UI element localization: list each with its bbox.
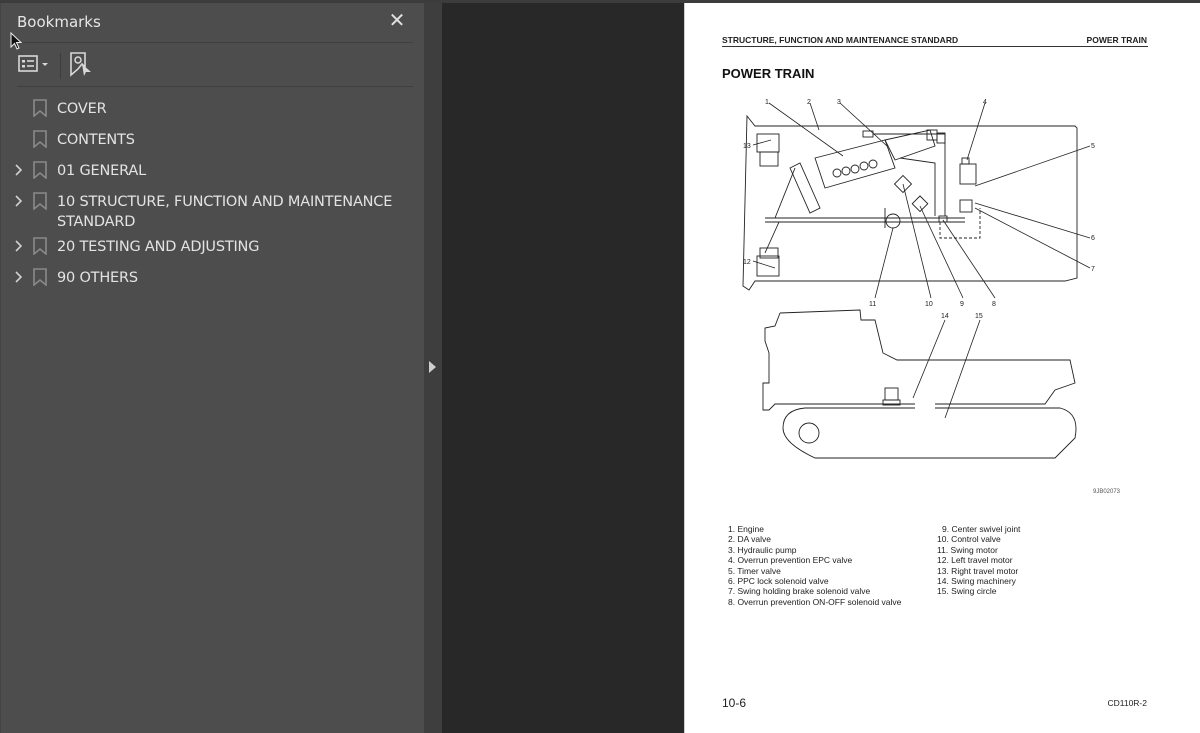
document-page: STRUCTURE, FUNCTION AND MAINTENANCE STAN… — [684, 3, 1200, 733]
bookmark-item[interactable]: 01 GENERAL — [1, 157, 421, 188]
legend-item: 12. Left travel motor — [937, 555, 1013, 566]
bookmark-label: 20 TESTING AND ADJUSTING — [57, 239, 260, 255]
callout-7: 7 — [1091, 266, 1095, 273]
page-header-section: STRUCTURE, FUNCTION AND MAINTENANCE STAN… — [722, 35, 959, 45]
callout-4: 4 — [983, 99, 987, 106]
legend-item: 14. Swing machinery — [937, 576, 1016, 587]
chevron-right-icon[interactable] — [13, 238, 25, 254]
callout-1: 1 — [765, 99, 769, 106]
power-train-diagram: 1 2 3 4 5 6 7 8 9 10 11 12 13 14 15 — [742, 99, 1095, 459]
bookmark-item[interactable]: 90 OTHERS — [1, 264, 421, 295]
legend-item: 2. DA valve — [728, 534, 771, 545]
close-icon: ✕ — [388, 10, 406, 32]
legend-item: 10. Control valve — [937, 534, 1001, 545]
legend-item: 8. Overrun prevention ON-OFF solenoid va… — [728, 596, 902, 607]
bookmark-label: COVER — [57, 101, 107, 117]
bookmark-item[interactable]: 20 TESTING AND ADJUSTING — [1, 233, 421, 264]
callout-15: 15 — [975, 313, 983, 320]
legend-right: 9. Center swivel joint 10. Control valve… — [937, 524, 1020, 597]
legend-item: 5. Timer valve — [728, 565, 781, 576]
legend-item: 4. Overrun prevention EPC valve — [728, 555, 853, 566]
bookmark-icon — [33, 268, 47, 286]
bookmark-list: COVER CONTENTS 01 GENERAL 10 STRUCTURE, … — [1, 95, 421, 295]
top-view-outline — [742, 114, 1078, 291]
callout-8: 8 — [992, 301, 996, 308]
find-current-bookmark-button[interactable] — [69, 51, 93, 77]
panel-title: Bookmarks — [17, 13, 101, 31]
callout-13: 13 — [743, 143, 751, 150]
legend-item: 13. Right travel motor — [937, 565, 1019, 576]
list-options-icon — [18, 55, 48, 72]
model-code: CD110R-2 — [1107, 698, 1147, 708]
callout-9: 9 — [960, 301, 964, 308]
callout-3: 3 — [837, 99, 841, 106]
callout-12: 12 — [743, 259, 751, 266]
header-rule — [722, 46, 1148, 47]
expand-arrow-icon[interactable] — [429, 361, 436, 373]
legend-item: 1. Engine — [728, 524, 764, 534]
legend-item: 6. PPC lock solenoid valve — [728, 576, 829, 587]
legend-item: 7. Swing holding brake solenoid valve — [728, 586, 871, 597]
callout-10: 10 — [925, 301, 933, 308]
chevron-right-icon[interactable] — [13, 193, 25, 209]
bookmarks-panel: Bookmarks ✕ COVER CONTENTS 01 GENERAL 10… — [0, 3, 424, 733]
bookmark-item[interactable]: 10 STRUCTURE, FUNCTION AND MAINTENANCE S… — [1, 188, 421, 233]
callout-2: 2 — [807, 99, 811, 106]
bookmark-label: 10 STRUCTURE, FUNCTION AND MAINTENANCE S… — [57, 194, 393, 230]
close-panel-button[interactable]: ✕ — [387, 11, 407, 31]
bookmark-label: CONTENTS — [57, 132, 135, 148]
legend-left: 1. Engine 2. DA valve 3. Hydraulic pump … — [728, 524, 901, 607]
page-number: 10-6 — [722, 696, 747, 710]
chevron-right-icon[interactable] — [13, 269, 25, 285]
side-view-outline — [762, 309, 1077, 459]
bookmark-item[interactable]: CONTENTS — [1, 126, 421, 157]
bookmark-label: 90 OTHERS — [57, 270, 138, 286]
bookmark-icon — [33, 130, 47, 148]
bookmark-locate-icon — [70, 52, 91, 77]
callout-11: 11 — [869, 301, 876, 308]
callout-14: 14 — [941, 313, 949, 320]
legend-item: 15. Swing circle — [937, 586, 997, 597]
callout-5: 5 — [1091, 143, 1095, 150]
divider — [17, 42, 413, 43]
bookmark-icon — [33, 237, 47, 255]
mouse-cursor-icon — [10, 32, 23, 50]
legend-item: 9. Center swivel joint — [942, 524, 1021, 534]
page-header-topic: POWER TRAIN — [1086, 35, 1147, 45]
bookmark-icon — [33, 192, 47, 210]
toolbar-separator — [60, 53, 61, 79]
figure-id: 9JB02073 — [1093, 489, 1121, 495]
bookmark-icon — [33, 161, 47, 179]
chevron-right-icon[interactable] — [13, 162, 25, 178]
callout-6: 6 — [1091, 235, 1095, 242]
bookmark-icon — [33, 99, 47, 117]
page-title: POWER TRAIN — [722, 66, 815, 81]
divider — [17, 86, 413, 87]
bookmark-options-button[interactable] — [17, 53, 53, 75]
panel-splitter[interactable] — [424, 3, 442, 733]
bookmark-item[interactable]: COVER — [1, 95, 421, 126]
legend-item: 3. Hydraulic pump — [728, 544, 797, 555]
legend-item: 11. Swing motor — [937, 544, 998, 555]
bookmark-label: 01 GENERAL — [57, 163, 146, 179]
